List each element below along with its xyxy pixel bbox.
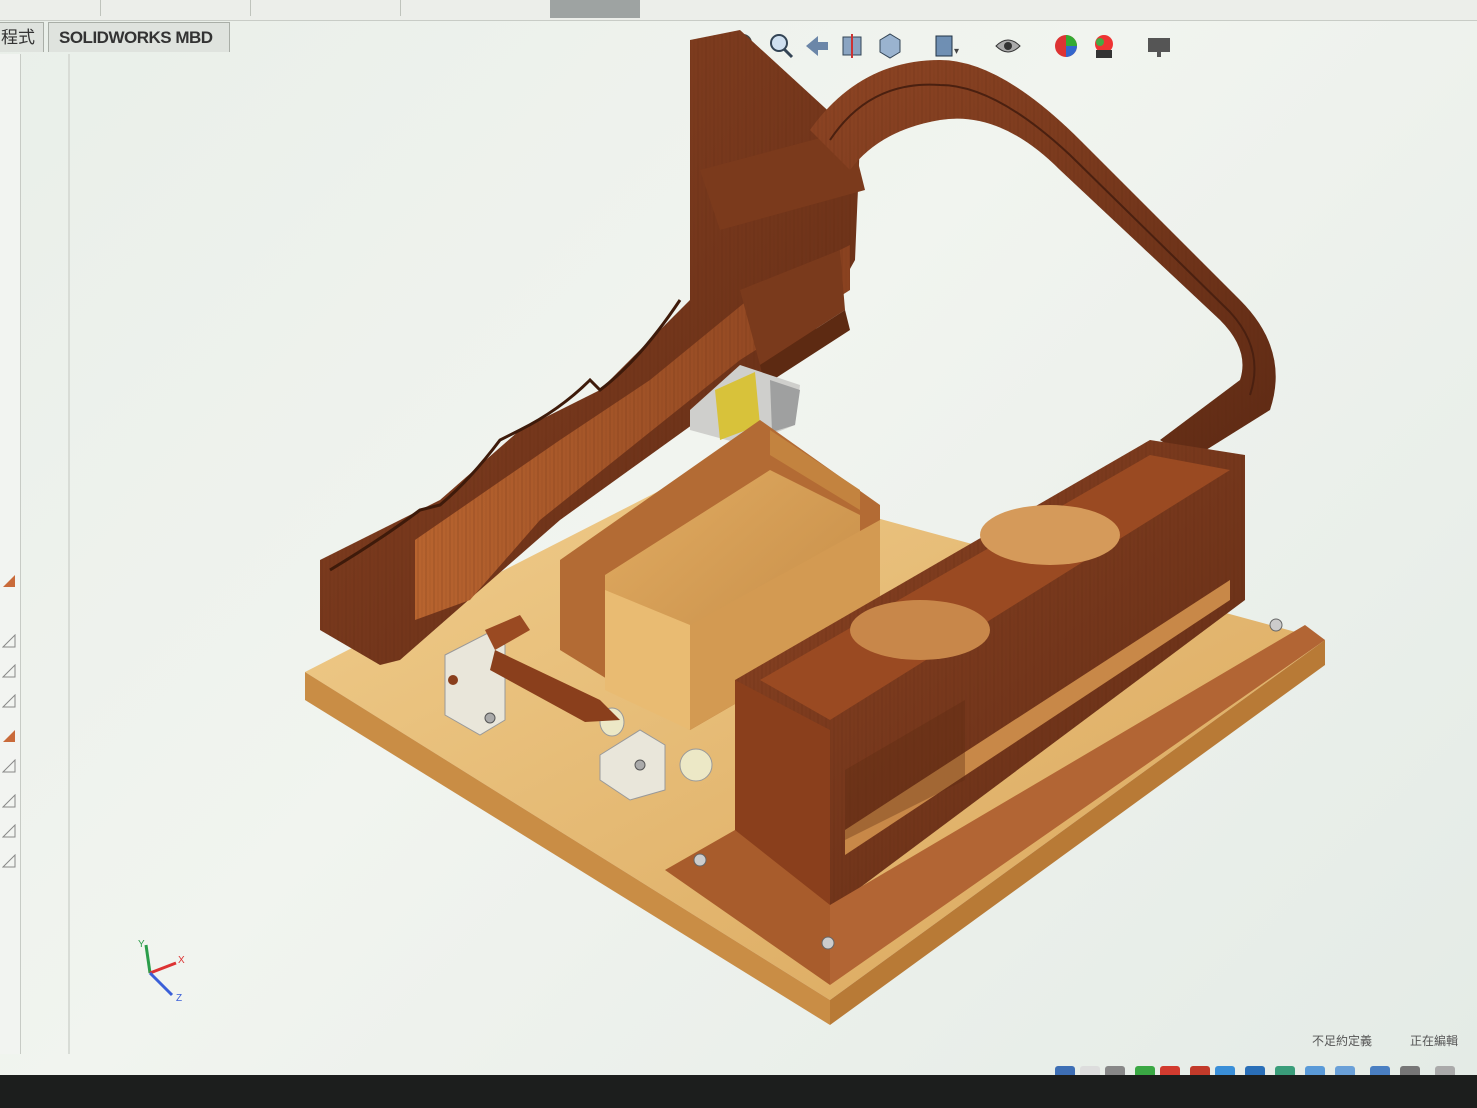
status-bar: 不足約定義 正在編輯: [1300, 1030, 1477, 1048]
y-axis-label: Y: [138, 939, 145, 950]
solidworks-window: 程式 SOLIDWORKS MBD ▾ Y X Z 不足約定義 正在編輯: [0, 0, 1477, 1075]
status-right: 正在編輯: [1410, 1034, 1459, 1048]
x-axis-label: X: [178, 955, 185, 966]
loop-track[interactable]: [810, 60, 1276, 460]
graphics-area[interactable]: [0, 0, 1477, 1075]
status-left: 不足約定義: [1312, 1034, 1373, 1048]
z-axis-label: Z: [176, 993, 182, 1004]
coordinate-triad: Y X Z: [138, 939, 185, 1004]
taskbar: [0, 1075, 1477, 1108]
